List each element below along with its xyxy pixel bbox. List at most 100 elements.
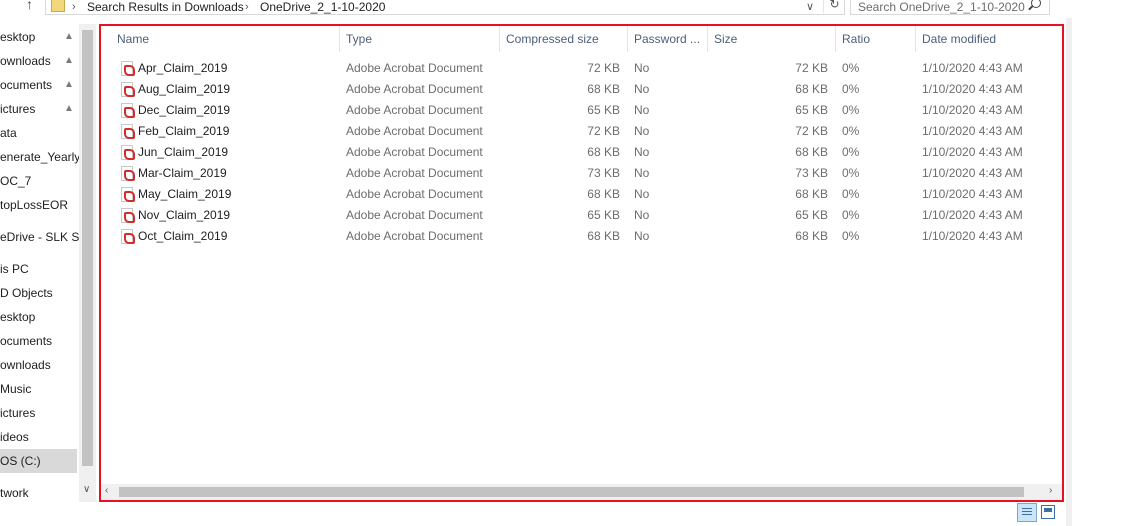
file-type: Adobe Acrobat Document [346, 124, 483, 138]
chevron-left-icon[interactable]: ‹ [105, 485, 108, 496]
file-password: No [634, 166, 650, 180]
file-name[interactable]: Aug_Claim_2019 [138, 79, 230, 100]
search-folder-icon [51, 0, 65, 12]
file-row[interactable]: Mar-Claim_2019 Adobe Acrobat Document 73… [113, 163, 1053, 184]
file-row[interactable]: Nov_Claim_2019 Adobe Acrobat Document 65… [113, 205, 1053, 226]
pin-icon[interactable]: ▲ [64, 97, 74, 121]
column-header-name[interactable]: Name [111, 26, 340, 52]
right-edge-scrollbar[interactable] [1066, 18, 1072, 526]
file-name[interactable]: Nov_Claim_2019 [138, 205, 230, 226]
nav-item-pictures-pinned[interactable]: ictures [0, 97, 35, 121]
file-compressed-size: 68 KB [587, 145, 620, 159]
nav-item-3d-objects[interactable]: D Objects [0, 281, 53, 305]
file-date-modified: 1/10/2020 4:43 AM [922, 166, 1023, 180]
file-size: 65 KB [795, 103, 828, 117]
nav-item-generate-yearly[interactable]: enerate_Yearly_ [0, 145, 87, 169]
breadcrumb-search-results[interactable]: Search Results in Downloads [87, 0, 244, 14]
file-name[interactable]: Apr_Claim_2019 [138, 58, 227, 79]
horizontal-scrollbar-thumb[interactable] [119, 487, 1024, 497]
file-row[interactable]: Aug_Claim_2019 Adobe Acrobat Document 68… [113, 79, 1053, 100]
file-row[interactable]: Feb_Claim_2019 Adobe Acrobat Document 72… [113, 121, 1053, 142]
file-size: 73 KB [795, 166, 828, 180]
nav-item-downloads[interactable]: ownloads [0, 353, 51, 377]
chevron-right-icon[interactable]: › [1049, 485, 1052, 496]
file-name[interactable]: Dec_Claim_2019 [138, 100, 230, 121]
nav-item-os-c[interactable]: OS (C:) [0, 449, 77, 473]
file-row[interactable]: Oct_Claim_2019 Adobe Acrobat Document 68… [113, 226, 1053, 247]
nav-item-music[interactable]: Music [0, 377, 31, 401]
search-input[interactable]: Search OneDrive_2_1-10-2020 [850, 0, 1050, 15]
file-password: No [634, 229, 650, 243]
nav-scrollbar-thumb[interactable] [82, 30, 93, 466]
file-date-modified: 1/10/2020 4:43 AM [922, 145, 1023, 159]
address-bar[interactable]: › Search Results in Downloads › OneDrive… [45, 0, 845, 15]
nav-item-documents[interactable]: ocuments [0, 329, 52, 353]
file-name[interactable]: Feb_Claim_2019 [138, 121, 229, 142]
file-row[interactable]: Dec_Claim_2019 Adobe Acrobat Document 65… [113, 100, 1053, 121]
nav-item-label: ownloads [0, 54, 51, 68]
file-size: 68 KB [795, 82, 828, 96]
pin-icon[interactable]: ▲ [64, 73, 74, 97]
search-icon[interactable] [1031, 0, 1041, 8]
up-arrow-icon[interactable]: ↑ [26, 0, 40, 12]
nav-item-videos[interactable]: ideos [0, 425, 29, 449]
file-date-modified: 1/10/2020 4:43 AM [922, 124, 1023, 138]
nav-item-downloads-pinned[interactable]: ownloads [0, 49, 51, 73]
nav-item-pictures[interactable]: ictures [0, 401, 35, 425]
details-view-icon[interactable] [1017, 503, 1037, 522]
nav-item-desktop-pinned[interactable]: esktop [0, 25, 35, 49]
nav-item-this-pc[interactable]: is PC [0, 257, 29, 281]
file-password: No [634, 187, 650, 201]
large-icons-view-icon[interactable] [1041, 505, 1055, 519]
column-header-size[interactable]: Size [708, 26, 836, 52]
chevron-down-icon[interactable]: ∨ [806, 0, 814, 13]
file-ratio: 0% [842, 61, 860, 75]
pdf-file-icon [121, 208, 135, 223]
nav-item-stoplosseor[interactable]: topLossEOR [0, 193, 68, 217]
file-name[interactable]: Jun_Claim_2019 [138, 142, 228, 163]
file-name[interactable]: Mar-Claim_2019 [138, 163, 227, 184]
chevron-right-icon[interactable]: › [72, 1, 76, 13]
file-date-modified: 1/10/2020 4:43 AM [922, 61, 1023, 75]
pdf-file-icon [121, 124, 135, 139]
column-header-ratio[interactable]: Ratio [836, 26, 916, 52]
column-header-type[interactable]: Type [340, 26, 500, 52]
pin-icon[interactable]: ▲ [64, 49, 74, 73]
pdf-file-icon [121, 229, 135, 244]
chevron-down-icon[interactable]: ∨ [83, 484, 90, 495]
file-name[interactable]: Oct_Claim_2019 [138, 226, 227, 247]
file-date-modified: 1/10/2020 4:43 AM [922, 187, 1023, 201]
file-name[interactable]: May_Claim_2019 [138, 184, 231, 205]
file-ratio: 0% [842, 208, 860, 222]
nav-item-oc7[interactable]: OC_7 [0, 169, 31, 193]
file-type: Adobe Acrobat Document [346, 145, 483, 159]
file-compressed-size: 68 KB [587, 187, 620, 201]
column-header-date-modified[interactable]: Date modified [916, 26, 1056, 52]
nav-item-label: enerate_Yearly_ [0, 150, 87, 164]
nav-scrollbar[interactable]: ∨ [79, 24, 96, 502]
nav-item-network[interactable]: twork [0, 481, 29, 502]
file-ratio: 0% [842, 145, 860, 159]
nav-item-label: esktop [0, 30, 36, 44]
horizontal-scrollbar[interactable]: ‹ › [101, 484, 1062, 500]
file-row[interactable]: Jun_Claim_2019 Adobe Acrobat Document 68… [113, 142, 1053, 163]
file-size: 68 KB [795, 145, 828, 159]
file-type: Adobe Acrobat Document [346, 229, 483, 243]
nav-item-documents-pinned[interactable]: ocuments [0, 73, 52, 97]
file-row[interactable]: May_Claim_2019 Adobe Acrobat Document 68… [113, 184, 1053, 205]
refresh-icon[interactable]: ↻ [823, 0, 845, 13]
nav-item-desktop[interactable]: esktop [0, 305, 35, 329]
nav-item-label: D Objects [0, 286, 53, 300]
file-type: Adobe Acrobat Document [346, 187, 483, 201]
nav-item-onedrive[interactable]: eDrive - SLK SC [0, 225, 88, 249]
file-ratio: 0% [842, 103, 860, 117]
nav-item-data[interactable]: ata [0, 121, 17, 145]
column-header-password[interactable]: Password ... [628, 26, 708, 52]
pin-icon[interactable]: ▲ [64, 25, 74, 49]
breadcrumb-current-folder[interactable]: OneDrive_2_1-10-2020 [260, 0, 385, 14]
column-header-compressed-size[interactable]: Compressed size [500, 26, 628, 52]
nav-item-label: OS (C:) [0, 454, 41, 468]
file-row[interactable]: Apr_Claim_2019 Adobe Acrobat Document 72… [113, 58, 1053, 79]
chevron-right-icon[interactable]: › [245, 1, 249, 13]
nav-item-label: ata [0, 126, 17, 140]
